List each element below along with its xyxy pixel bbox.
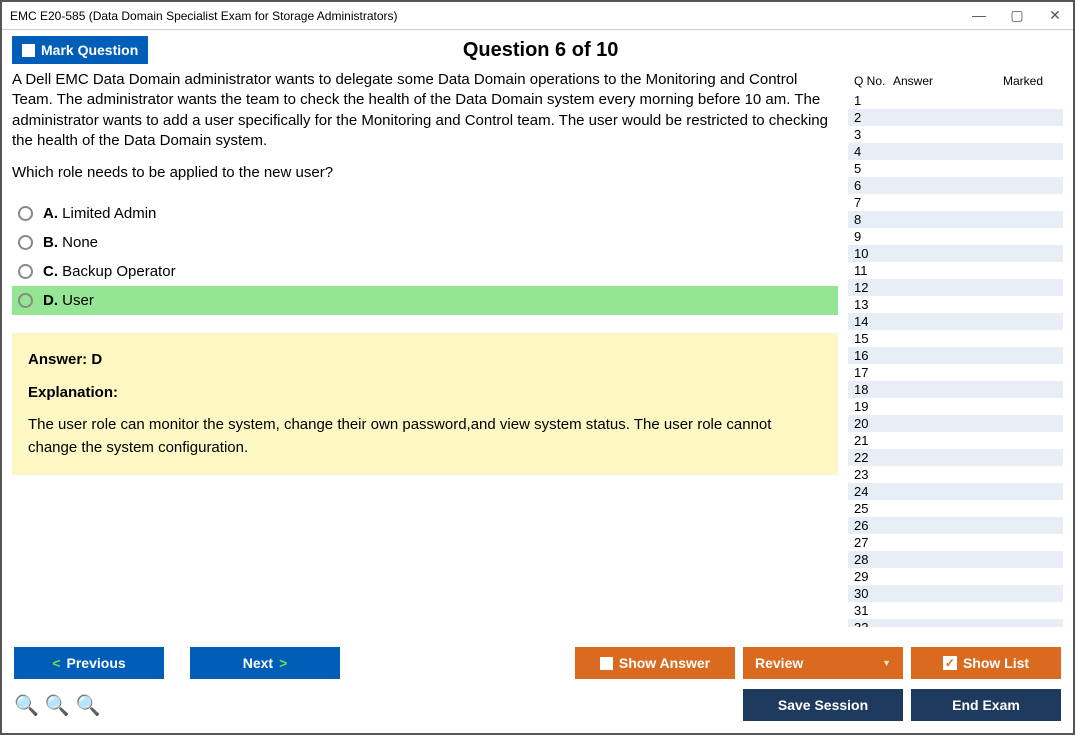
app-window: EMC E20-585 (Data Domain Specialist Exam…	[0, 0, 1075, 735]
list-item[interactable]: 7	[848, 194, 1063, 211]
radio-icon	[18, 264, 33, 279]
show-answer-label: Show Answer	[619, 655, 710, 671]
explanation-label: Explanation:	[28, 382, 822, 405]
show-answer-button[interactable]: Show Answer	[575, 647, 735, 679]
option-b[interactable]: B. None	[12, 228, 838, 257]
col-qno: Q No.	[848, 74, 893, 88]
list-item[interactable]: 29	[848, 568, 1063, 585]
option-c[interactable]: C. Backup Operator	[12, 257, 838, 286]
question-paragraph-1: A Dell EMC Data Domain administrator wan…	[12, 70, 838, 151]
mark-question-button[interactable]: Mark Question	[12, 36, 148, 64]
list-item[interactable]: 30	[848, 585, 1063, 602]
list-item[interactable]: 8	[848, 211, 1063, 228]
list-item[interactable]: 11	[848, 262, 1063, 279]
option-d[interactable]: D. User	[12, 286, 838, 315]
radio-icon	[18, 206, 33, 221]
question-list-panel: Q No. Answer Marked 12345678910111213141…	[848, 70, 1063, 627]
answer-label: Answer: D	[28, 349, 822, 372]
next-label: Next	[243, 655, 273, 671]
col-marked: Marked	[1003, 74, 1063, 88]
list-item[interactable]: 14	[848, 313, 1063, 330]
checkbox-icon	[600, 657, 613, 670]
question-text: A Dell EMC Data Domain administrator wan…	[12, 70, 838, 183]
previous-label: Previous	[67, 655, 126, 671]
list-item[interactable]: 24	[848, 483, 1063, 500]
list-item[interactable]: 26	[848, 517, 1063, 534]
list-item[interactable]: 13	[848, 296, 1063, 313]
list-item[interactable]: 17	[848, 364, 1063, 381]
list-item[interactable]: 32	[848, 619, 1063, 627]
list-item[interactable]: 28	[848, 551, 1063, 568]
list-item[interactable]: 2	[848, 109, 1063, 126]
previous-button[interactable]: < Previous	[14, 647, 164, 679]
list-item[interactable]: 5	[848, 160, 1063, 177]
list-item[interactable]: 21	[848, 432, 1063, 449]
next-button[interactable]: Next >	[190, 647, 340, 679]
col-answer: Answer	[893, 74, 1003, 88]
button-row-2: 🔍 🔍 🔍 Save Session End Exam	[14, 689, 1061, 721]
show-list-label: Show List	[963, 655, 1029, 671]
question-paragraph-2: Which role needs to be applied to the ne…	[12, 163, 838, 183]
main-column: A Dell EMC Data Domain administrator wan…	[12, 70, 848, 627]
titlebar: EMC E20-585 (Data Domain Specialist Exam…	[2, 2, 1073, 30]
list-item[interactable]: 1	[848, 92, 1063, 109]
question-list-header: Q No. Answer Marked	[848, 70, 1063, 92]
option-label: C. Backup Operator	[43, 263, 176, 280]
list-item[interactable]: 3	[848, 126, 1063, 143]
option-a[interactable]: A. Limited Admin	[12, 199, 838, 228]
list-item[interactable]: 27	[848, 534, 1063, 551]
show-list-button[interactable]: ✓ Show List	[911, 647, 1061, 679]
review-label: Review	[755, 655, 803, 671]
list-item[interactable]: 15	[848, 330, 1063, 347]
list-item[interactable]: 6	[848, 177, 1063, 194]
button-row-1: < Previous Next > Show Answer Review ▼ ✓…	[14, 647, 1061, 679]
zoom-in-icon[interactable]: 🔍	[14, 693, 39, 718]
list-item[interactable]: 9	[848, 228, 1063, 245]
end-exam-button[interactable]: End Exam	[911, 689, 1061, 721]
zoom-out-icon[interactable]: 🔍	[76, 693, 101, 718]
zoom-reset-icon[interactable]: 🔍	[45, 693, 70, 718]
minimize-icon[interactable]: —	[969, 7, 989, 24]
radio-icon	[18, 293, 33, 308]
radio-icon	[18, 235, 33, 250]
list-item[interactable]: 16	[848, 347, 1063, 364]
review-button[interactable]: Review ▼	[743, 647, 903, 679]
maximize-icon[interactable]: ▢	[1007, 7, 1027, 24]
chevron-left-icon: <	[52, 655, 60, 671]
checkbox-checked-icon: ✓	[943, 656, 957, 670]
end-exam-label: End Exam	[952, 697, 1020, 713]
list-item[interactable]: 31	[848, 602, 1063, 619]
question-list[interactable]: 1234567891011121314151617181920212223242…	[848, 92, 1063, 627]
mark-question-label: Mark Question	[41, 42, 138, 58]
checkbox-icon	[22, 44, 35, 57]
list-item[interactable]: 20	[848, 415, 1063, 432]
option-label: D. User	[43, 292, 94, 309]
list-item[interactable]: 22	[848, 449, 1063, 466]
list-item[interactable]: 19	[848, 398, 1063, 415]
body-area: A Dell EMC Data Domain administrator wan…	[2, 70, 1073, 637]
list-item[interactable]: 23	[848, 466, 1063, 483]
list-item[interactable]: 25	[848, 500, 1063, 517]
options-list: A. Limited Admin B. None C. Backup Operato…	[12, 199, 838, 315]
topbar: Mark Question Question 6 of 10	[2, 30, 1073, 70]
save-session-button[interactable]: Save Session	[743, 689, 903, 721]
list-item[interactable]: 4	[848, 143, 1063, 160]
save-session-label: Save Session	[778, 697, 868, 713]
zoom-controls: 🔍 🔍 🔍	[14, 693, 101, 718]
window-title: EMC E20-585 (Data Domain Specialist Exam…	[10, 9, 969, 23]
option-label: A. Limited Admin	[43, 205, 156, 222]
option-label: B. None	[43, 234, 98, 251]
chevron-right-icon: >	[279, 655, 287, 671]
window-controls: — ▢ ✕	[969, 7, 1065, 24]
list-item[interactable]: 12	[848, 279, 1063, 296]
answer-box: Answer: D Explanation: The user role can…	[12, 333, 838, 475]
bottom-area: < Previous Next > Show Answer Review ▼ ✓…	[2, 637, 1073, 733]
close-icon[interactable]: ✕	[1045, 7, 1065, 24]
list-item[interactable]: 10	[848, 245, 1063, 262]
explanation-text: The user role can monitor the system, ch…	[28, 414, 822, 459]
question-heading: Question 6 of 10	[148, 39, 933, 62]
dropdown-arrow-icon: ▼	[882, 658, 891, 668]
list-item[interactable]: 18	[848, 381, 1063, 398]
